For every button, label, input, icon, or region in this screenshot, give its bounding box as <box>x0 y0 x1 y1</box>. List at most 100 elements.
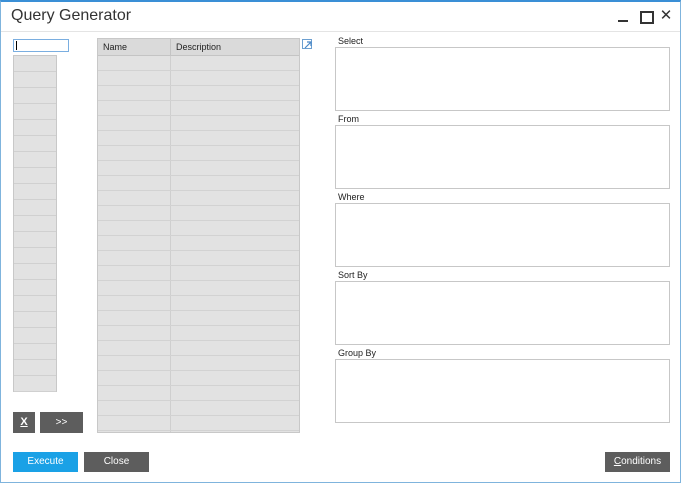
table-row[interactable] <box>98 161 299 176</box>
table-cell-name <box>98 281 171 295</box>
table-cell-name <box>98 416 171 430</box>
table-cell-name <box>98 191 171 205</box>
table-row[interactable] <box>98 371 299 386</box>
table-row[interactable] <box>98 221 299 236</box>
table-cell-name <box>98 206 171 220</box>
table-row[interactable] <box>98 191 299 206</box>
list-item[interactable] <box>14 232 56 248</box>
table-row[interactable] <box>98 326 299 341</box>
list-item[interactable] <box>14 104 56 120</box>
table-row[interactable] <box>98 416 299 431</box>
group-by-field[interactable] <box>335 359 670 423</box>
list-item[interactable] <box>14 168 56 184</box>
table-row[interactable] <box>98 266 299 281</box>
table-row[interactable] <box>98 131 299 146</box>
table-row[interactable] <box>98 311 299 326</box>
list-item[interactable] <box>14 56 56 72</box>
table-row[interactable] <box>98 251 299 266</box>
table-cell-name <box>98 221 171 235</box>
conditions-button[interactable]: Conditions <box>605 452 670 472</box>
list-item[interactable] <box>14 72 56 88</box>
table-header: Name Description <box>98 39 299 56</box>
table-row[interactable] <box>98 56 299 71</box>
table-cell-name <box>98 386 171 400</box>
list-item[interactable] <box>14 280 56 296</box>
table-cell-name <box>98 146 171 160</box>
select-field[interactable] <box>335 47 670 111</box>
table-cell-name <box>98 311 171 325</box>
column-header-description[interactable]: Description <box>171 39 299 56</box>
sort-by-field[interactable] <box>335 281 670 345</box>
clear-button[interactable]: X <box>13 412 35 433</box>
text-caret <box>16 41 17 50</box>
window-title: Query Generator <box>11 7 132 24</box>
list-item[interactable] <box>14 120 56 136</box>
tables-list[interactable] <box>13 55 57 392</box>
table-cell-name <box>98 431 171 432</box>
group-by-label: Group By <box>338 348 377 358</box>
list-item[interactable] <box>14 216 56 232</box>
close-icon[interactable]: ✕ <box>658 7 674 25</box>
list-item[interactable] <box>14 248 56 264</box>
table-row[interactable] <box>98 341 299 356</box>
table-cell-name <box>98 401 171 415</box>
list-item[interactable] <box>14 376 56 392</box>
table-row[interactable] <box>98 116 299 131</box>
table-cell-name <box>98 131 171 145</box>
conditions-label: onditions <box>621 456 662 467</box>
list-item[interactable] <box>14 152 56 168</box>
table-cell-name <box>98 341 171 355</box>
table-row[interactable] <box>98 101 299 116</box>
maximize-icon[interactable] <box>637 7 654 25</box>
table-cell-name <box>98 251 171 265</box>
table-row[interactable] <box>98 356 299 371</box>
table-cell-name <box>98 296 171 310</box>
column-header-name[interactable]: Name <box>98 39 171 56</box>
list-item[interactable] <box>14 296 56 312</box>
table-cell-name <box>98 86 171 100</box>
table-row[interactable] <box>98 401 299 416</box>
table-cell-name <box>98 71 171 85</box>
table-row[interactable] <box>98 176 299 191</box>
list-item[interactable] <box>14 312 56 328</box>
from-field[interactable] <box>335 125 670 189</box>
minimize-icon[interactable] <box>615 7 631 25</box>
table-row[interactable] <box>98 296 299 311</box>
list-item[interactable] <box>14 200 56 216</box>
from-label: From <box>338 114 359 124</box>
title-bar: Query Generator ✕ <box>1 2 680 32</box>
add-to-query-button[interactable]: >> <box>40 412 83 433</box>
expand-arrow-icon[interactable] <box>302 39 312 49</box>
table-cell-name <box>98 266 171 280</box>
table-row[interactable] <box>98 86 299 101</box>
list-item[interactable] <box>14 360 56 376</box>
list-item[interactable] <box>14 184 56 200</box>
list-item[interactable] <box>14 344 56 360</box>
table-row[interactable] <box>98 431 299 432</box>
table-cell-name <box>98 236 171 250</box>
table-row[interactable] <box>98 206 299 221</box>
table-search-input[interactable] <box>13 39 69 52</box>
table-cell-name <box>98 371 171 385</box>
table-row[interactable] <box>98 71 299 86</box>
where-field[interactable] <box>335 203 670 267</box>
table-cell-name <box>98 116 171 130</box>
list-item[interactable] <box>14 264 56 280</box>
select-label: Select <box>338 36 364 46</box>
execute-button[interactable]: Execute <box>13 452 78 472</box>
table-cell-name <box>98 101 171 115</box>
list-item[interactable] <box>14 88 56 104</box>
table-row[interactable] <box>98 146 299 161</box>
list-item[interactable] <box>14 328 56 344</box>
where-label: Where <box>338 192 365 202</box>
table-cell-name <box>98 326 171 340</box>
sort-by-label: Sort By <box>338 270 368 280</box>
table-cell-name <box>98 56 171 70</box>
table-row[interactable] <box>98 281 299 296</box>
close-button[interactable]: Close <box>84 452 149 472</box>
table-row[interactable] <box>98 386 299 401</box>
table-cell-name <box>98 176 171 190</box>
fields-table: Name Description <box>97 38 300 433</box>
table-row[interactable] <box>98 236 299 251</box>
list-item[interactable] <box>14 136 56 152</box>
